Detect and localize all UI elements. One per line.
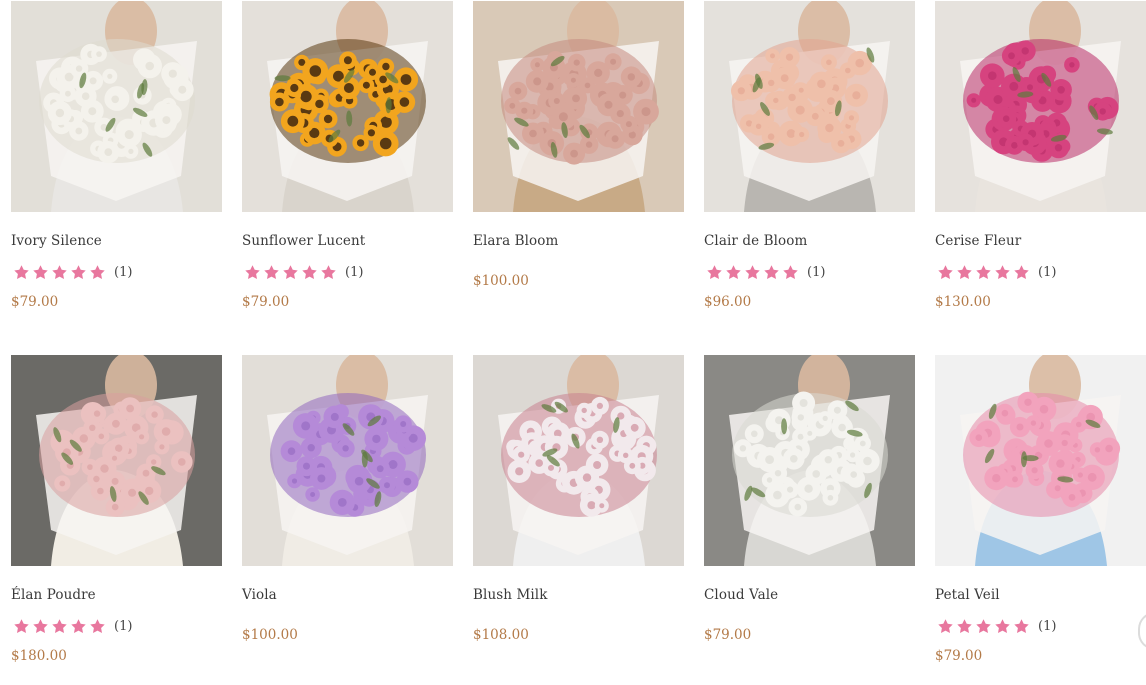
review-count[interactable]: (1) (345, 265, 363, 280)
star-rating (13, 264, 106, 281)
product-image[interactable] (242, 1, 453, 212)
star-icon (994, 264, 1011, 281)
product-name[interactable]: Clair de Bloom (704, 233, 807, 249)
product-card[interactable]: Viola $100.00 (242, 355, 453, 685)
star-icon (937, 618, 954, 635)
product-card[interactable]: Sunflower Lucent (1) $79.00 (242, 1, 453, 331)
star-icon (1013, 264, 1030, 281)
star-icon (13, 618, 30, 635)
product-price: $79.00 (935, 648, 983, 664)
product-price: $130.00 (935, 294, 991, 310)
star-icon (244, 264, 261, 281)
star-icon (32, 618, 49, 635)
review-count[interactable]: (1) (114, 619, 132, 634)
product-name[interactable]: Viola (242, 587, 277, 603)
product-name[interactable]: Petal Veil (935, 587, 1000, 603)
peach-spray-rose-bouquet (704, 1, 915, 212)
white-carnation-bouquet (704, 355, 915, 566)
product-image[interactable] (473, 1, 684, 212)
star-icon (975, 264, 992, 281)
product-rating: (1) (11, 617, 132, 635)
lisianthus-bouquet (473, 355, 684, 566)
star-icon (1013, 618, 1030, 635)
dusty-pink-rose-bouquet (473, 1, 684, 212)
review-count[interactable]: (1) (807, 265, 825, 280)
review-count[interactable]: (1) (1038, 619, 1056, 634)
star-icon (956, 618, 973, 635)
review-count[interactable]: (1) (1038, 265, 1056, 280)
product-price: $108.00 (473, 627, 529, 643)
product-image[interactable] (11, 1, 222, 212)
product-rating: (1) (935, 263, 1056, 281)
star-icon (956, 264, 973, 281)
star-icon (89, 618, 106, 635)
product-name[interactable]: Cerise Fleur (935, 233, 1021, 249)
star-icon (975, 618, 992, 635)
product-price: $96.00 (704, 294, 752, 310)
product-card[interactable]: Élan Poudre (1) $180.00 (11, 355, 222, 685)
star-icon (282, 264, 299, 281)
blush-spray-rose-bouquet (11, 355, 222, 566)
product-card[interactable]: Clair de Bloom (1) $96.00 (704, 1, 915, 331)
product-image[interactable] (242, 355, 453, 566)
product-card[interactable]: Petal Veil (1) $79.00 (935, 355, 1146, 685)
star-icon (301, 264, 318, 281)
star-icon (70, 618, 87, 635)
star-icon (706, 264, 723, 281)
star-icon (263, 264, 280, 281)
white-tulip-bouquet (11, 1, 222, 212)
star-icon (937, 264, 954, 281)
star-icon (994, 618, 1011, 635)
star-icon (763, 264, 780, 281)
star-icon (782, 264, 799, 281)
product-image[interactable] (473, 355, 684, 566)
product-price: $79.00 (242, 294, 290, 310)
product-image[interactable] (704, 1, 915, 212)
product-name[interactable]: Ivory Silence (11, 233, 102, 249)
product-name[interactable]: Elara Bloom (473, 233, 558, 249)
product-card[interactable]: Elara Bloom $100.00 (473, 1, 684, 331)
pink-tulip-bouquet (935, 355, 1146, 566)
product-price: $100.00 (242, 627, 298, 643)
sunflower-bouquet (242, 1, 453, 212)
product-image[interactable] (935, 355, 1146, 566)
star-icon (725, 264, 742, 281)
magenta-rose-bouquet (935, 1, 1146, 212)
product-image[interactable] (704, 355, 915, 566)
product-name[interactable]: Élan Poudre (11, 587, 96, 603)
star-rating (937, 264, 1030, 281)
star-icon (51, 264, 68, 281)
star-rating (937, 618, 1030, 635)
product-card[interactable]: Cloud Vale $79.00 (704, 355, 915, 685)
star-icon (13, 264, 30, 281)
product-name[interactable]: Cloud Vale (704, 587, 778, 603)
product-price: $180.00 (11, 648, 67, 664)
star-rating (13, 618, 106, 635)
product-rating: (1) (704, 263, 825, 281)
star-rating (706, 264, 799, 281)
product-name[interactable]: Blush Milk (473, 587, 548, 603)
star-icon (89, 264, 106, 281)
lilac-carnation-bouquet (242, 355, 453, 566)
star-rating (244, 264, 337, 281)
product-card[interactable]: Blush Milk $108.00 (473, 355, 684, 685)
star-icon (744, 264, 761, 281)
product-name[interactable]: Sunflower Lucent (242, 233, 365, 249)
product-image[interactable] (11, 355, 222, 566)
review-count[interactable]: (1) (114, 265, 132, 280)
product-rating: (1) (242, 263, 363, 281)
product-price: $79.00 (704, 627, 752, 643)
star-icon (51, 618, 68, 635)
star-icon (70, 264, 87, 281)
product-rating: (1) (11, 263, 132, 281)
product-card[interactable]: Ivory Silence (1) $79.00 (11, 1, 222, 331)
product-price: $79.00 (11, 294, 59, 310)
product-grid: Ivory Silence (1) $79.00 Sunflower Lucen… (11, 1, 1146, 685)
product-price: $100.00 (473, 273, 529, 289)
product-image[interactable] (935, 1, 1146, 212)
product-rating: (1) (935, 617, 1056, 635)
star-icon (320, 264, 337, 281)
product-card[interactable]: Cerise Fleur (1) $130.00 (935, 1, 1146, 331)
star-icon (32, 264, 49, 281)
